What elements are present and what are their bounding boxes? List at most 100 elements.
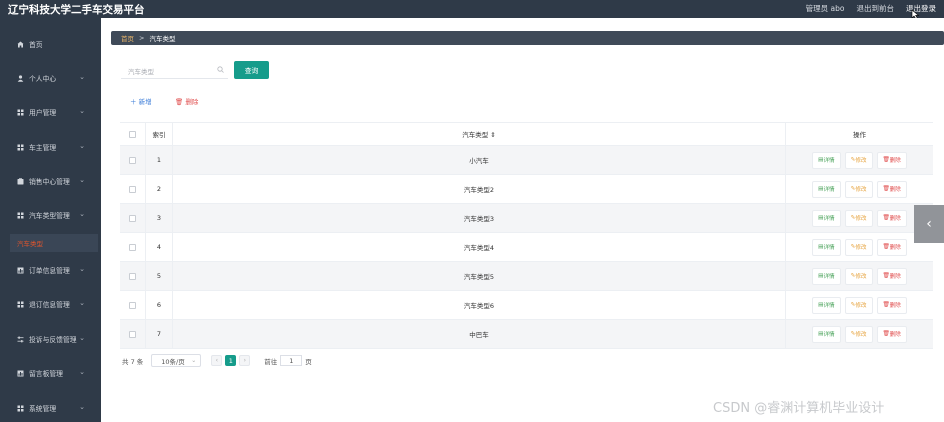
remove-button[interactable]: 🗑 删除 [876, 180, 907, 198]
sidebar-item-label: 车主管理 [29, 144, 57, 152]
row-index: 6 [146, 291, 173, 319]
row-checkbox[interactable] [129, 272, 136, 280]
detail-button[interactable]: ▤ 详情 [812, 325, 841, 343]
sidebar-item-car-type[interactable]: 汽车类型管理 ⌄ [0, 207, 101, 223]
sliders-icon [17, 336, 24, 343]
row-checkbox[interactable] [129, 243, 136, 251]
remove-button[interactable]: 🗑 删除 [876, 151, 907, 169]
grid-icon [17, 301, 24, 308]
page-number[interactable]: 1 [225, 355, 237, 366]
sidebar-item-complaints[interactable]: 投诉与反馈管理 ⌄ [0, 331, 101, 347]
table-row: 1 小汽车 ▤ 详情 ✎ 修改 🗑 删除 [120, 146, 933, 175]
total-count: 共 7 条 [122, 357, 144, 366]
next-page-button[interactable]: › [239, 355, 251, 366]
sidebar-item-system[interactable]: 系统管理 ⌄ [0, 400, 101, 416]
home-icon [17, 41, 24, 48]
sidebar-item-personal[interactable]: 个人中心 ⌄ [0, 70, 101, 86]
row-car-type: 汽车类型2 [173, 175, 786, 203]
goto-label: 前往 [264, 357, 278, 366]
chevron-down-icon: ⌄ [79, 73, 85, 81]
top-bar: 辽宁科技大学二手车交易平台 管理员 abo 退出到前台 退出登录 [0, 0, 944, 20]
edit-button[interactable]: ✎ 修改 [844, 267, 873, 285]
car-type-search-input[interactable]: 汽车类型 [121, 62, 228, 79]
header-ops: 操作 [853, 131, 866, 139]
delete-button[interactable]: 🗑 删除 [175, 96, 198, 106]
chart-icon [17, 370, 24, 377]
admin-label: 管理员 abo [805, 4, 845, 13]
grid-icon [17, 109, 24, 116]
remove-button[interactable]: 🗑 删除 [876, 325, 907, 343]
search-placeholder: 汽车类型 [128, 68, 154, 76]
row-checkbox[interactable] [129, 330, 136, 338]
select-all-checkbox[interactable] [129, 130, 136, 138]
remove-button[interactable]: 🗑 删除 [876, 296, 907, 314]
chevron-down-icon: ⌄ [79, 299, 85, 307]
goto-page-input[interactable]: 1 [280, 355, 303, 366]
sidebar-item-label: 首页 [29, 41, 43, 49]
remove-button[interactable]: 🗑 删除 [876, 267, 907, 285]
sidebar-item-sales-center[interactable]: 销售中心管理 ⌄ [0, 173, 101, 189]
pagination: 共 7 条 10条/页 ⌄ ‹ 1 › 前往 1 页 [122, 354, 312, 367]
row-index: 3 [146, 204, 173, 232]
page-size-value: 10条/页 [161, 357, 185, 366]
row-car-type: 中巴车 [173, 320, 786, 348]
chevron-down-icon: ⌄ [79, 107, 85, 115]
header-index: 索引 [146, 123, 173, 145]
edit-button[interactable]: ✎ 修改 [844, 209, 873, 227]
breadcrumb-home[interactable]: 首页 [121, 33, 134, 43]
chevron-down-icon: ⌄ [79, 334, 85, 342]
watermark: CSDN @睿渊计算机毕业设计 [713, 401, 885, 416]
sidebar-item-unsubscribe[interactable]: 退订信息管理 ⌄ [0, 296, 101, 312]
row-ops: ▤ 详情 ✎ 修改 🗑 删除 [786, 175, 933, 203]
chart-icon [17, 267, 24, 274]
user-icon [17, 74, 24, 82]
row-checkbox[interactable] [129, 156, 136, 164]
page-size-select[interactable]: 10条/页 ⌄ [151, 354, 202, 367]
edit-button[interactable]: ✎ 修改 [844, 296, 873, 314]
sidebar-item-label: 用户管理 [29, 109, 57, 117]
row-checkbox[interactable] [129, 214, 136, 222]
goto-suffix: 页 [305, 357, 312, 366]
row-index: 2 [146, 175, 173, 203]
sidebar-item-owners[interactable]: 车主管理 ⌄ [0, 139, 101, 155]
add-button[interactable]: ＋ 新增 [130, 96, 152, 106]
edit-button[interactable]: ✎ 修改 [844, 180, 873, 198]
breadcrumb-current: 汽车类型 [149, 35, 176, 43]
folder-icon [17, 177, 24, 185]
row-checkbox[interactable] [129, 185, 136, 193]
sidebar-item-home[interactable]: 首页 [0, 36, 101, 52]
table-row: 4 汽车类型4 ▤ 详情 ✎ 修改 🗑 删除 [120, 233, 933, 262]
sidebar-subitem-car-type[interactable]: 汽车类型 [10, 234, 98, 252]
edit-button[interactable]: ✎ 修改 [844, 325, 873, 343]
sidebar-item-label: 留言板管理 [29, 370, 63, 378]
sidebar-item-messages[interactable]: 留言板管理 ⌄ [0, 365, 101, 381]
sidebar-item-label: 投诉与反馈管理 [29, 336, 77, 344]
edit-button[interactable]: ✎ 修改 [844, 238, 873, 256]
detail-button[interactable]: ▤ 详情 [812, 151, 841, 169]
search-icon [217, 66, 224, 73]
header-car-type[interactable]: 汽车类型 ⇕ [173, 123, 786, 145]
sidebar: 首页 个人中心 ⌄ 用户管理 ⌄ 车主管理 ⌄ 销售中心管理 ⌄ 汽车类型管理 … [0, 18, 101, 422]
remove-button[interactable]: 🗑 删除 [876, 209, 907, 227]
detail-button[interactable]: ▤ 详情 [812, 267, 841, 285]
main-content: 首页 > 汽车类型 汽车类型 查询 ＋ 新增 🗑 删除 索引 汽车类型 ⇕ 操作… [101, 18, 944, 422]
detail-button[interactable]: ▤ 详情 [812, 209, 841, 227]
row-index: 4 [146, 233, 173, 261]
row-checkbox[interactable] [129, 301, 136, 309]
back-to-front-link[interactable]: 退出到前台 [857, 3, 895, 14]
detail-button[interactable]: ▤ 详情 [812, 296, 841, 314]
remove-button[interactable]: 🗑 删除 [876, 238, 907, 256]
sidebar-item-orders[interactable]: 订单信息管理 ⌄ [0, 262, 101, 278]
chevron-left-icon: ‹ [926, 216, 932, 232]
chevron-down-icon: ⌄ [79, 142, 85, 150]
chevron-down-icon: ⌄ [79, 368, 85, 376]
prev-page-button[interactable]: ‹ [211, 355, 223, 366]
query-button[interactable]: 查询 [234, 61, 269, 79]
collapse-panel-button[interactable]: ‹ [914, 205, 944, 243]
grid-icon [17, 405, 24, 412]
breadcrumb-separator: > [139, 34, 145, 42]
sidebar-item-users[interactable]: 用户管理 ⌄ [0, 104, 101, 120]
detail-button[interactable]: ▤ 详情 [812, 238, 841, 256]
detail-button[interactable]: ▤ 详情 [812, 180, 841, 198]
edit-button[interactable]: ✎ 修改 [844, 151, 873, 169]
